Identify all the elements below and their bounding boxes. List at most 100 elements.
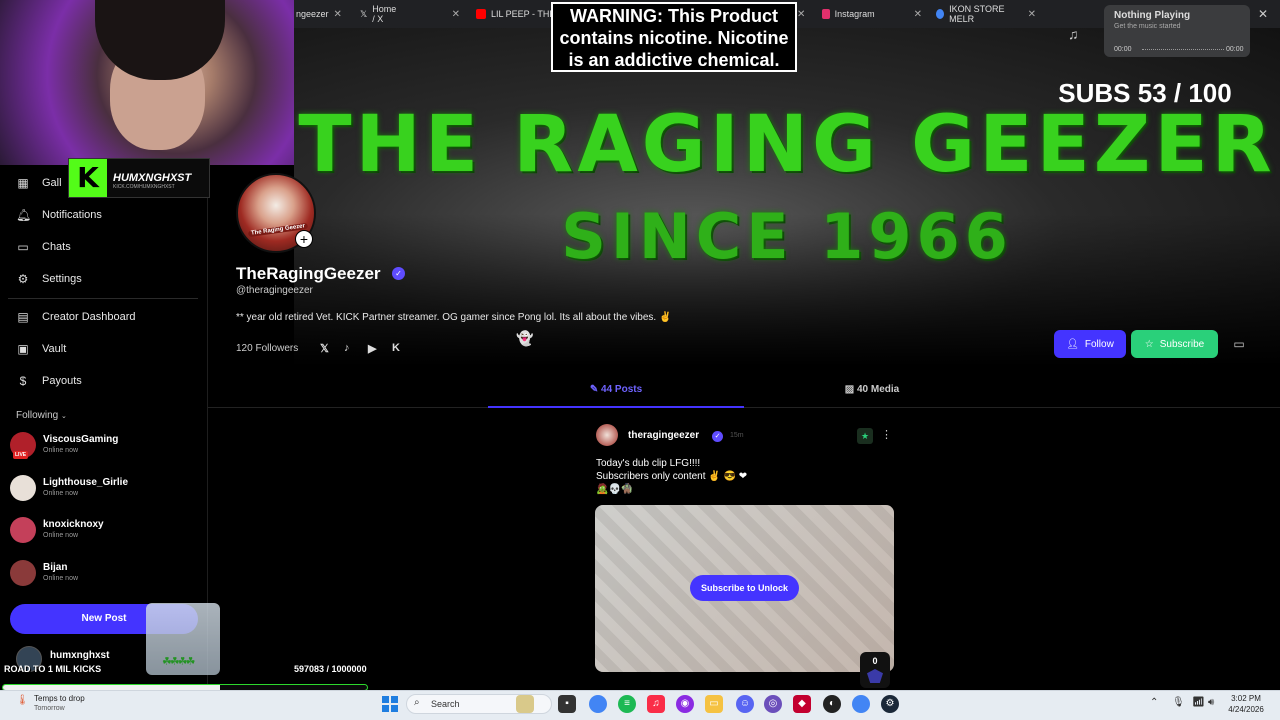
following-header[interactable]: Following ⌄	[16, 410, 67, 421]
windows-start-icon[interactable]	[382, 696, 398, 712]
now-playing-widget[interactable]: Nothing Playing Get the music started 00…	[1104, 5, 1250, 57]
webcam-overlay	[0, 0, 294, 165]
sidebar-item-chats[interactable]: ▭ Chats	[16, 240, 70, 254]
bell-icon: 🔔︎	[16, 208, 32, 222]
tab-media[interactable]: ▨ 40 Media	[744, 384, 1000, 408]
avatar	[10, 560, 36, 586]
wifi-icon[interactable]: 📶︎	[1192, 697, 1205, 708]
sidebar-item-gallery[interactable]: ▦ Gall	[16, 176, 62, 190]
following-item[interactable]: LIVE ViscousGaming Online now	[10, 432, 200, 462]
gallery-icon: ▦	[17, 176, 29, 190]
sidebar-item-payouts[interactable]: $ Payouts	[16, 374, 82, 388]
x-logo-icon[interactable]: 𝕏	[320, 342, 329, 355]
weather-title[interactable]: Temps to drop	[34, 694, 85, 703]
app-icon[interactable]: ◎	[764, 695, 782, 713]
app-icon[interactable]: ◉	[676, 695, 694, 713]
kick-icon[interactable]: K	[392, 342, 400, 354]
clover-icon: ☘☘☘☘	[162, 656, 195, 668]
post-timestamp: 15m	[730, 432, 744, 439]
profile-display-name: TheRagingGeezer	[236, 264, 381, 283]
sidebar-item-label: Creator Dashboard	[42, 311, 136, 323]
browser-tab-close-partial[interactable]: ✕	[797, 4, 805, 24]
sidebar-item-label: Notifications	[42, 209, 102, 221]
streamer-logo-url: KICK.COM/HUMXNGHXST	[113, 184, 175, 190]
tab-label: 40 Media	[856, 384, 900, 395]
app-icon[interactable]: ◐	[823, 695, 841, 713]
clock-time[interactable]: 3:02 PM	[1226, 694, 1266, 703]
browser-tab-x[interactable]: 𝕏 Home / X ✕	[360, 4, 460, 24]
vault-icon: ▣	[17, 342, 29, 356]
clock-date[interactable]: 4/24/2026	[1222, 705, 1270, 714]
browser-tab-instagram[interactable]: Instagram ✕	[822, 4, 922, 24]
browser-tab-kick[interactable]: ngeezer ✕	[296, 4, 342, 24]
sidebar-item-creator-dashboard[interactable]: ▤ Creator Dashboard	[16, 310, 136, 324]
avatar[interactable]	[596, 424, 618, 446]
following-name: knoxicknoxy	[43, 519, 104, 530]
post-emoji-line: 🧟💀🧌	[596, 484, 634, 495]
youtube-icon[interactable]: ▶	[368, 342, 376, 355]
speaker-icon[interactable]: 🔊︎	[1208, 697, 1214, 708]
banner-title: THE RAGING GEEZER	[298, 100, 1276, 190]
close-icon[interactable]: ✕	[1028, 9, 1036, 20]
chat-icon: ▭	[17, 240, 29, 254]
message-icon[interactable]: ▭	[1228, 333, 1250, 355]
folder-icon[interactable]: ▭	[705, 695, 723, 713]
tiktok-icon[interactable]: ♪	[344, 342, 350, 354]
youtube-icon	[476, 9, 486, 19]
sidebar-item-settings[interactable]: ⚙ Settings	[16, 272, 82, 286]
more-options-icon[interactable]: ⋮	[881, 428, 892, 441]
widget-app-icon[interactable]	[516, 695, 534, 713]
close-icon[interactable]: ✕	[797, 9, 805, 20]
sidebar-item-notifications[interactable]: 🔔︎ Notifications	[16, 208, 102, 222]
gift-counter: 0	[860, 652, 890, 688]
followers-count[interactable]: 120 Followers	[236, 343, 298, 354]
now-playing-title: Nothing Playing	[1114, 10, 1191, 21]
chevron-up-icon[interactable]: ⌃	[1150, 697, 1158, 708]
weather-subtitle: Tomorrow	[34, 705, 65, 712]
tab-label: Home / X	[372, 4, 397, 24]
following-name: Lighthouse_Girlie	[43, 477, 129, 488]
following-status: Online now	[43, 447, 79, 454]
browser-tab-ikon[interactable]: IKON STORE MELR ✕	[936, 4, 1036, 24]
steam-icon[interactable]: ⚙	[881, 695, 899, 713]
sidebar-item-label: Gall	[42, 177, 62, 189]
music-app-icon[interactable]: ♫	[647, 695, 665, 713]
kick-logo-icon: K	[69, 159, 107, 197]
follow-button[interactable]: 👤︎ Follow	[1054, 330, 1126, 358]
following-item[interactable]: Bijan Online now	[10, 560, 200, 590]
app-icon[interactable]: ◆	[793, 695, 811, 713]
discord-icon[interactable]: ☺	[736, 695, 754, 713]
following-item[interactable]: Lighthouse_Girlie Online now	[10, 475, 200, 505]
chrome-icon[interactable]	[852, 695, 870, 713]
subscribe-to-unlock-button[interactable]: Subscribe to Unlock	[690, 575, 799, 601]
close-icon[interactable]: ✕	[452, 9, 460, 20]
spotify-icon[interactable]: ≡	[618, 695, 636, 713]
chrome-icon[interactable]	[589, 695, 607, 713]
goal-label: ROAD TO 1 MIL KICKS	[4, 664, 102, 674]
banner-subtitle: SINCE 1966	[561, 200, 1013, 273]
subscribe-button[interactable]: ☆ Subscribe	[1131, 330, 1218, 358]
instagram-icon	[822, 9, 830, 19]
sidebar-item-label: Settings	[42, 273, 82, 285]
star-icon: ★	[857, 428, 873, 444]
sidebar-divider	[8, 298, 198, 299]
current-user-name[interactable]: humxnghxst	[50, 650, 109, 661]
close-icon[interactable]: ✕	[334, 9, 342, 20]
profile-handle: @theragingeezer	[236, 285, 313, 296]
close-icon[interactable]: ✕	[914, 9, 922, 20]
close-icon[interactable]: ✕	[1258, 7, 1268, 21]
sidebar-item-vault[interactable]: ▣ Vault	[16, 342, 66, 356]
task-view-icon[interactable]: ▪	[558, 695, 576, 713]
microphone-icon[interactable]: 🎙︎	[1172, 697, 1185, 708]
follow-label: Follow	[1084, 338, 1114, 350]
post-username[interactable]: theragingeezer	[628, 430, 699, 441]
avatar	[10, 475, 36, 501]
tab-posts[interactable]: ✎ 44 Posts	[488, 384, 744, 408]
plus-icon[interactable]: +	[295, 230, 313, 248]
now-playing-progress[interactable]	[1142, 49, 1224, 52]
thermometer-icon: 🌡︎	[16, 695, 29, 706]
following-item[interactable]: knoxicknoxy Online now	[10, 517, 200, 547]
image-icon: ▨	[844, 384, 855, 395]
goal-value: 597083 / 1000000	[294, 664, 367, 674]
tip-jar-overlay: ☘☘☘☘	[146, 603, 220, 675]
